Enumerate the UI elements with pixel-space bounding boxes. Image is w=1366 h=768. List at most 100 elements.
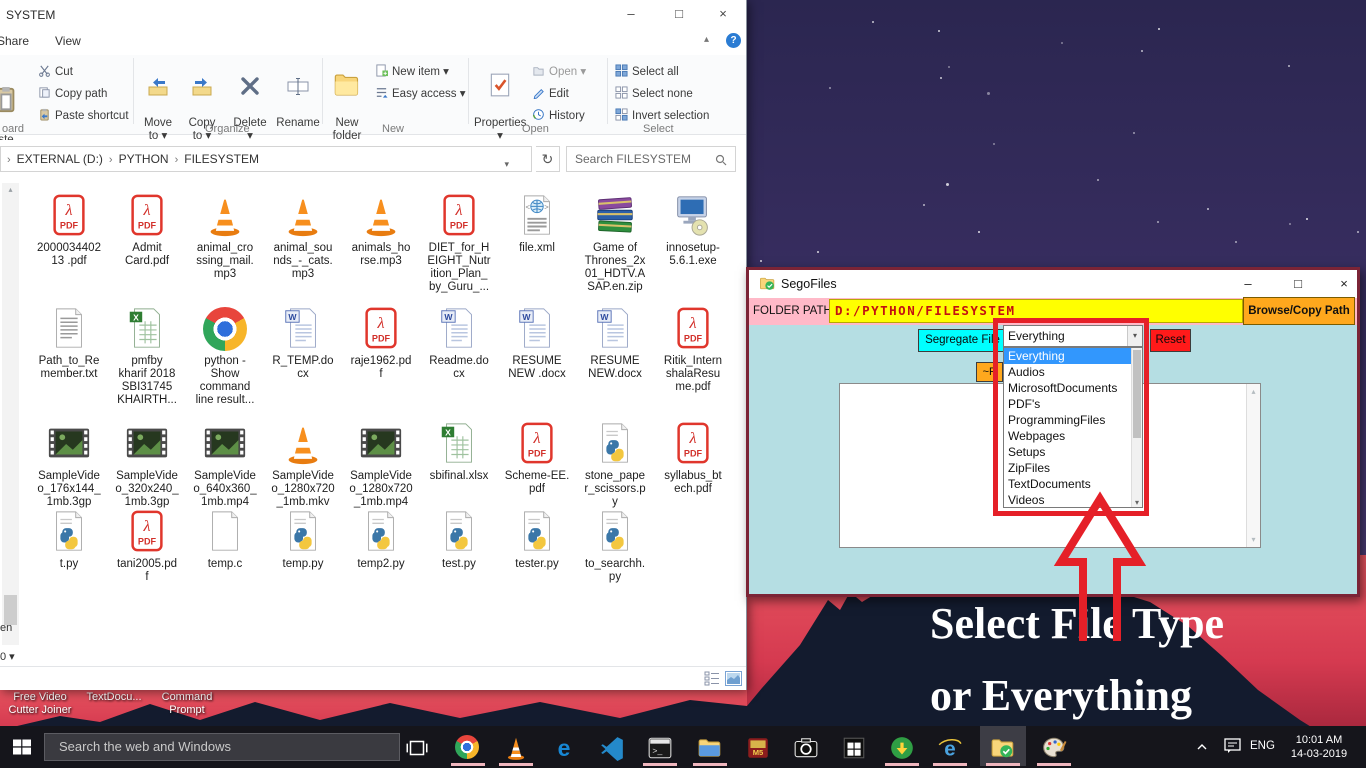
tab-share[interactable]: Share: [0, 34, 29, 48]
tray-chevron-icon[interactable]: [1196, 740, 1210, 752]
select-none-button[interactable]: Select none: [615, 86, 693, 102]
start-button[interactable]: [10, 735, 36, 759]
clock[interactable]: 10:01 AM 14-03-2019: [1284, 733, 1354, 761]
download-manager-icon[interactable]: [889, 735, 915, 761]
file-item[interactable]: SampleVide o_1280x720 _1mb.mp4: [342, 420, 420, 508]
file-item[interactable]: animal_cro ssing_mail. mp3: [186, 192, 264, 305]
file-item[interactable]: animals_ho rse.mp3: [342, 192, 420, 305]
shortcut-textdocu[interactable]: TextDocu...: [82, 691, 146, 704]
file-item[interactable]: Game of Thrones_2x 01_HDTV.A SAP.en.zip: [576, 192, 654, 305]
invert-selection-button[interactable]: Invert selection: [615, 108, 709, 124]
file-item[interactable]: < > file.xml: [498, 192, 576, 305]
select-all-button[interactable]: Select all: [615, 64, 679, 80]
scroll-down-icon[interactable]: ▾: [1247, 535, 1260, 544]
vscode-icon[interactable]: [599, 735, 625, 761]
listbox-scrollbar[interactable]: ▴ ▾: [1246, 384, 1260, 547]
chrome-icon[interactable]: [455, 735, 481, 761]
easy-access-button[interactable]: Easy access ▾: [375, 86, 466, 102]
file-item[interactable]: SampleVide o_176x144_ 1mb.3gp: [30, 420, 108, 508]
paste-shortcut-button[interactable]: Paste shortcut: [38, 108, 129, 124]
file-item[interactable]: λ PDF tani2005.pd f: [108, 508, 186, 585]
breadcrumb-segment[interactable]: FILESYSTEM: [184, 152, 259, 166]
maximize-button[interactable]: □: [662, 0, 696, 28]
file-item[interactable]: Xsbifinal.xlsx: [420, 420, 498, 508]
file-item[interactable]: Path_to_Re member.txt: [30, 305, 108, 420]
media-app-icon[interactable]: M5: [745, 735, 771, 761]
file-item[interactable]: SampleVide o_1280x720 _1mb.mkv: [264, 420, 342, 508]
microsoft-store-icon[interactable]: [841, 735, 867, 761]
file-explorer-icon[interactable]: [697, 735, 723, 761]
refresh-icon[interactable]: ↻: [536, 146, 560, 172]
file-item[interactable]: SampleVide o_640x360_ 1mb.mp4: [186, 420, 264, 508]
ribbon-collapse-icon[interactable]: ▴: [704, 34, 709, 45]
nav-scrollbar[interactable]: ▴: [2, 183, 19, 645]
minimize-button[interactable]: –: [614, 0, 648, 28]
segofiles-app-icon[interactable]: [990, 735, 1016, 761]
file-item[interactable]: W Readme.do cx: [420, 305, 498, 420]
open-button[interactable]: Open ▾: [532, 64, 586, 80]
scrollbar-thumb[interactable]: [4, 595, 17, 625]
file-item[interactable]: python - Show command line result...: [186, 305, 264, 420]
segofiles-titlebar[interactable]: SegoFiles – □ ×: [749, 270, 1357, 298]
thumbnail-view-icon[interactable]: [725, 671, 742, 686]
file-item[interactable]: λ PDF 2000034402 13 .pdf: [30, 192, 108, 305]
command-prompt-icon[interactable]: >_: [647, 735, 673, 761]
file-item[interactable]: λ PDF Ritik_Intern shalaResu me.pdf: [654, 305, 732, 420]
sego-minimize-button[interactable]: –: [1231, 270, 1265, 298]
internet-explorer-icon[interactable]: e: [937, 735, 963, 761]
file-item[interactable]: W RESUME NEW .docx: [498, 305, 576, 420]
browse-copy-path-button[interactable]: Browse/Copy Path: [1243, 297, 1355, 325]
file-item[interactable]: to_searchh. py: [576, 508, 654, 585]
file-item[interactable]: λ PDF Scheme-EE. pdf: [498, 420, 576, 508]
new-item-button[interactable]: New item ▾: [375, 64, 449, 80]
paint-icon[interactable]: [1041, 735, 1067, 761]
scroll-up-icon[interactable]: ▴: [2, 185, 19, 194]
shortcut-free-video-cutter[interactable]: Free Video Cutter Joiner: [2, 691, 78, 717]
file-item[interactable]: temp.c: [186, 508, 264, 585]
edit-button[interactable]: Edit: [532, 86, 569, 102]
file-item[interactable]: animal_sou nds_-_cats. mp3: [264, 192, 342, 305]
breadcrumb-segment[interactable]: EXTERNAL (D:): [17, 152, 103, 166]
search-input[interactable]: Search FILESYSTEM: [566, 146, 736, 172]
file-item[interactable]: W RESUME NEW.docx: [576, 305, 654, 420]
file-item[interactable]: temp.py: [264, 508, 342, 585]
new-folder-button[interactable]: New folder: [326, 59, 368, 143]
file-item[interactable]: λ PDF syllabus_bt ech.pdf: [654, 420, 732, 508]
scroll-up-icon[interactable]: ▴: [1247, 387, 1260, 396]
file-item[interactable]: temp2.py: [342, 508, 420, 585]
vlc-icon[interactable]: [503, 735, 529, 761]
camera-app-icon[interactable]: [793, 735, 819, 761]
edge-icon[interactable]: e: [551, 735, 577, 761]
properties-button[interactable]: Properties ▾: [474, 59, 526, 143]
shortcut-command-prompt[interactable]: Command Prompt: [150, 691, 224, 717]
file-item[interactable]: λ PDF raje1962.pd f: [342, 305, 420, 420]
file-item[interactable]: SampleVide o_320x240_ 1mb.3gp: [108, 420, 186, 508]
tab-view[interactable]: View: [55, 34, 81, 48]
file-item[interactable]: test.py: [420, 508, 498, 585]
breadcrumb-segment[interactable]: PYTHON: [119, 152, 169, 166]
close-button[interactable]: ×: [706, 0, 740, 28]
file-item[interactable]: innosetup- 5.6.1.exe: [654, 192, 732, 305]
sego-maximize-button[interactable]: □: [1281, 270, 1315, 298]
details-view-icon[interactable]: [704, 671, 721, 686]
copy-path-button[interactable]: Copy path: [38, 86, 107, 102]
history-button[interactable]: History: [532, 108, 585, 124]
explorer-titlebar[interactable]: SYSTEM – □ ×: [0, 0, 746, 30]
file-item[interactable]: W R_TEMP.do cx: [264, 305, 342, 420]
task-view-button-icon[interactable]: [404, 735, 430, 761]
address-dropdown-icon[interactable]: ▾: [504, 152, 509, 176]
file-item[interactable]: λ PDF DIET_for_H EIGHT_Nutr ition_Plan_ by…: [420, 192, 498, 305]
language-indicator[interactable]: ENG: [1250, 740, 1275, 752]
move-to-button[interactable]: Move to ▾: [137, 61, 179, 143]
cut-button[interactable]: Cut: [38, 64, 73, 80]
file-item[interactable]: λ PDF Admit Card.pdf: [108, 192, 186, 305]
taskbar-search-input[interactable]: Search the web and Windows: [44, 733, 400, 761]
notifications-icon[interactable]: [1224, 738, 1242, 754]
file-item[interactable]: t.py: [30, 508, 108, 585]
rename-button[interactable]: Rename: [272, 61, 324, 130]
help-icon[interactable]: ?: [726, 33, 741, 48]
file-item[interactable]: stone_pape r_scissors.p y: [576, 420, 654, 508]
file-item[interactable]: Xpmfby kharif 2018 SBI31745 KHAIRTH...: [108, 305, 186, 420]
reset-button[interactable]: Reset: [1150, 329, 1191, 352]
file-item[interactable]: tester.py: [498, 508, 576, 585]
